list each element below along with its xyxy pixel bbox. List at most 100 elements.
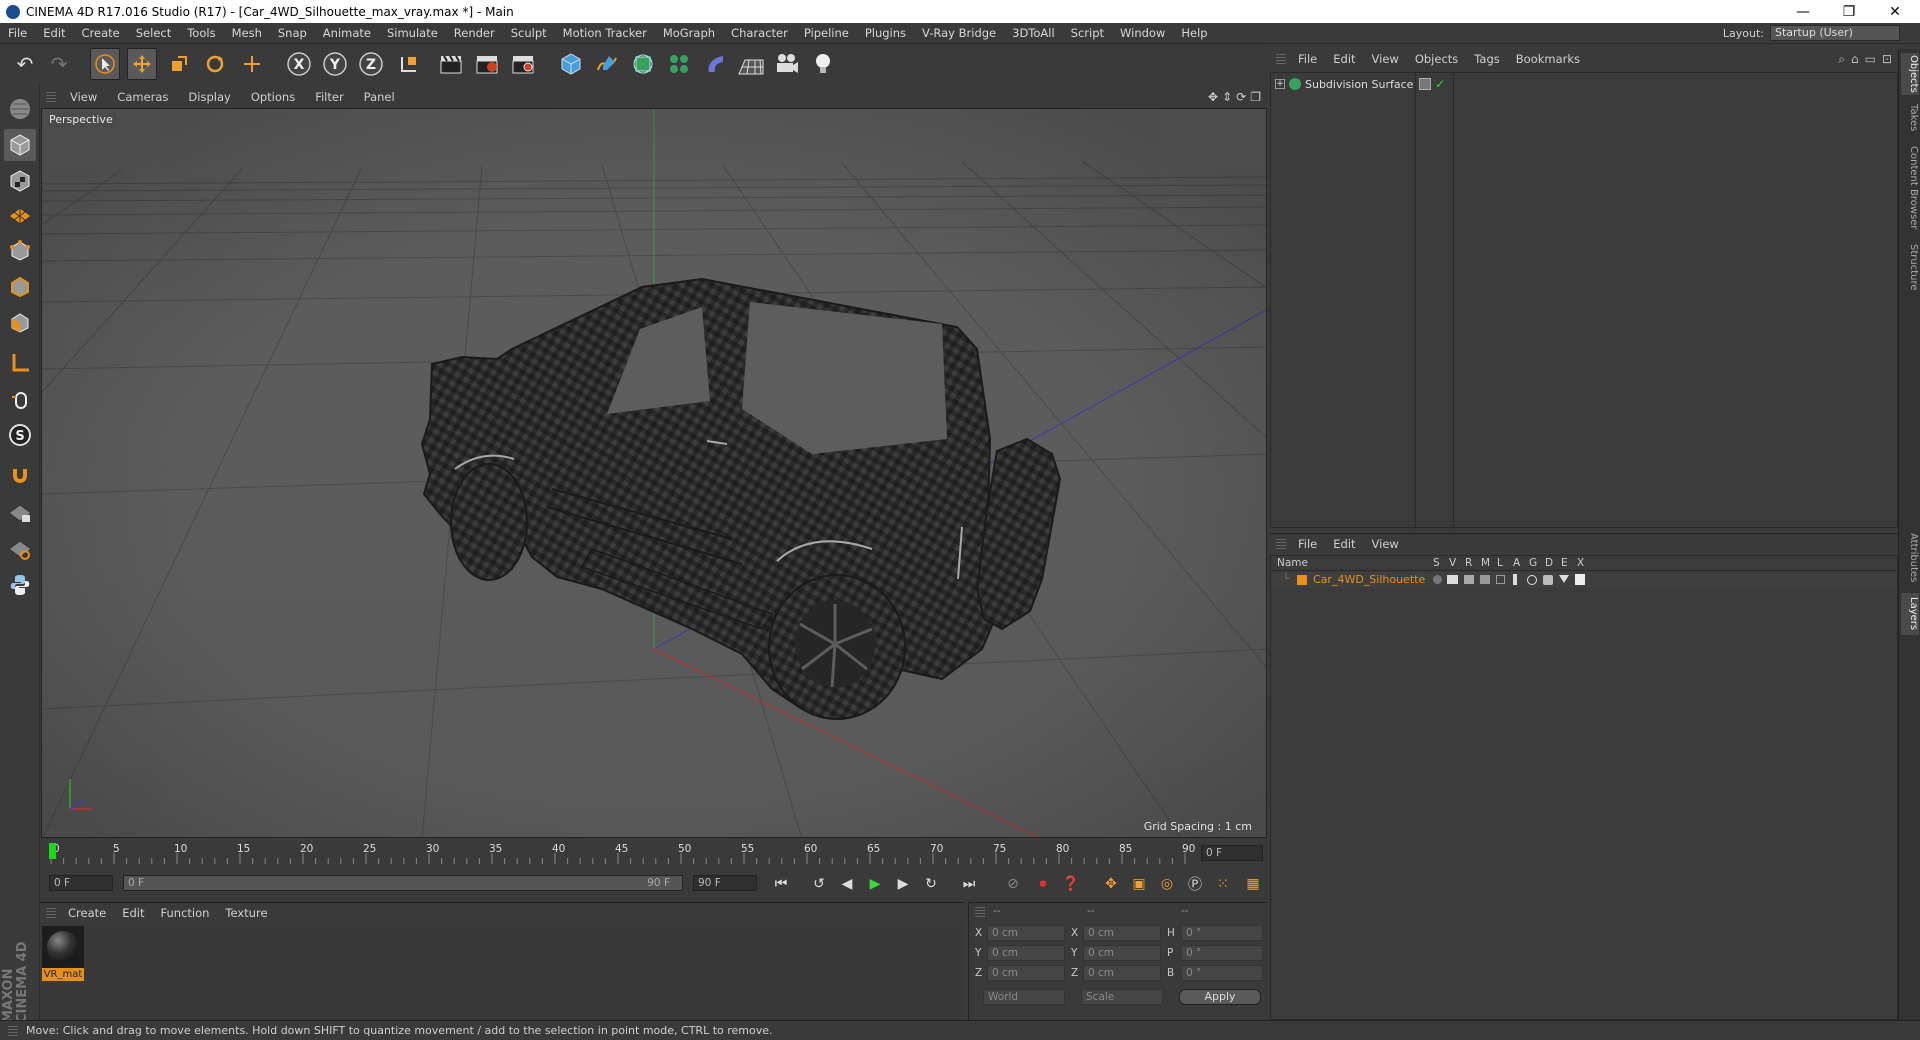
key-rotation-button[interactable]: ◎ <box>1155 873 1179 895</box>
render-to-picture-viewer-button[interactable] <box>472 48 502 80</box>
rotate-tool-button[interactable] <box>200 48 230 80</box>
recent-tool-button[interactable] <box>237 48 267 80</box>
workplane-mode-button[interactable] <box>4 199 36 231</box>
col-name[interactable]: Name <box>1277 557 1308 569</box>
drag-grip-icon[interactable] <box>975 907 985 917</box>
menu-character[interactable]: Character <box>723 26 796 40</box>
make-editable-button[interactable] <box>4 93 36 125</box>
z-axis-lock-button[interactable]: Z <box>356 48 386 80</box>
previous-key-button[interactable]: ↺ <box>807 873 831 895</box>
tab-layers[interactable]: Layers <box>1901 593 1919 635</box>
material-menu-function[interactable]: Function <box>153 906 218 920</box>
previous-frame-button[interactable]: ◀ <box>835 873 859 895</box>
size-mode-dropdown[interactable]: Scale <box>1081 989 1163 1005</box>
next-key-button[interactable]: ↻ <box>919 873 943 895</box>
model-mode-button[interactable] <box>4 129 36 161</box>
layer-menu-file[interactable]: File <box>1290 537 1325 551</box>
object-row[interactable]: + Subdivision Surface ✓ <box>1271 75 1897 93</box>
expressions-toggle-icon[interactable] <box>1559 575 1569 583</box>
col-deformers[interactable]: D <box>1545 557 1553 569</box>
layout-dropdown[interactable]: Startup (User) <box>1770 25 1900 41</box>
x-axis-lock-button[interactable]: X <box>284 48 314 80</box>
autokey-button[interactable]: ❓ <box>1059 873 1083 895</box>
add-spline-button[interactable] <box>592 48 622 80</box>
preview-range-slider[interactable]: 0 F 90 F <box>123 875 683 891</box>
points-mode-button[interactable] <box>4 235 36 267</box>
tab-content-browser[interactable]: Content Browser <box>1901 143 1919 233</box>
col-locked[interactable]: L <box>1497 557 1503 569</box>
col-expressions[interactable]: E <box>1561 557 1568 569</box>
visibility-icon[interactable] <box>1419 78 1431 90</box>
drag-grip-icon[interactable] <box>1276 54 1286 64</box>
playhead[interactable] <box>49 843 56 859</box>
home-icon[interactable]: ⌂ <box>1851 52 1859 67</box>
pos-z-field[interactable]: 0 cm <box>987 965 1065 981</box>
object-menu-file[interactable]: File <box>1290 52 1325 66</box>
manager-toggle-icon[interactable] <box>1480 575 1490 584</box>
drag-grip-icon[interactable] <box>1276 538 1286 549</box>
render-view-button[interactable] <box>436 48 466 80</box>
menu-mograph[interactable]: MoGraph <box>655 26 723 40</box>
drag-grip-icon[interactable] <box>46 92 56 102</box>
start-frame-field[interactable]: 0 F <box>49 875 113 891</box>
object-menu-tags[interactable]: Tags <box>1466 52 1507 66</box>
polygons-mode-button[interactable] <box>4 307 36 339</box>
col-animation[interactable]: A <box>1513 557 1520 569</box>
col-manager[interactable]: M <box>1481 557 1490 569</box>
axis-mode-button[interactable] <box>4 347 36 379</box>
material-menu-texture[interactable]: Texture <box>217 906 275 920</box>
menu-tools[interactable]: Tools <box>179 26 223 40</box>
viewport-menu-cameras[interactable]: Cameras <box>107 90 178 104</box>
redo-button[interactable]: ↷ <box>44 48 74 80</box>
max-frame-field[interactable]: 90 F <box>693 875 757 891</box>
solo-toggle-icon[interactable] <box>1433 575 1442 584</box>
col-view[interactable]: V <box>1449 557 1456 569</box>
menu-simulate[interactable]: Simulate <box>379 26 446 40</box>
col-render[interactable]: R <box>1465 557 1472 569</box>
add-light-button[interactable] <box>808 48 838 80</box>
edges-mode-button[interactable] <box>4 271 36 303</box>
add-deformer-button[interactable] <box>700 48 730 80</box>
menu-render[interactable]: Render <box>446 26 503 40</box>
layer-menu-edit[interactable]: Edit <box>1325 537 1363 551</box>
menu-file[interactable]: File <box>0 26 35 40</box>
render-toggle-icon[interactable] <box>1464 575 1474 584</box>
coordinate-system-button[interactable] <box>394 48 424 80</box>
menu-create[interactable]: Create <box>74 26 128 40</box>
menu-select[interactable]: Select <box>128 26 179 40</box>
viewport-menu-display[interactable]: Display <box>178 90 240 104</box>
object-menu-bookmarks[interactable]: Bookmarks <box>1508 52 1588 66</box>
render-settings-button[interactable] <box>508 48 538 80</box>
grid-snap-button[interactable] <box>4 533 36 565</box>
pos-x-field[interactable]: 0 cm <box>987 925 1065 941</box>
size-x-field[interactable]: 0 cm <box>1083 925 1161 941</box>
add-cube-button[interactable] <box>556 48 586 80</box>
move-tool-button[interactable] <box>127 48 157 80</box>
close-button[interactable]: ✕ <box>1872 0 1918 23</box>
python-console-button[interactable] <box>4 569 36 601</box>
zoom-icon[interactable]: ⇕ <box>1222 90 1232 104</box>
menu-window[interactable]: Window <box>1112 26 1173 40</box>
viewport-menu-filter[interactable]: Filter <box>305 90 353 104</box>
snapping-button[interactable]: S <box>4 419 36 451</box>
pos-y-field[interactable]: 0 cm <box>987 945 1065 961</box>
timeline-ruler[interactable]: 0 5 10 15 20 25 30 35 40 45 50 55 60 65 … <box>41 841 1267 865</box>
key-parameter-button[interactable]: Ⓟ <box>1183 873 1207 895</box>
layer-menu-view[interactable]: View <box>1364 537 1407 551</box>
expand-icon[interactable]: + <box>1275 79 1285 89</box>
rot-b-field[interactable]: 0 ° <box>1181 965 1263 981</box>
current-frame-field[interactable]: 0 F <box>1201 845 1263 861</box>
undo-button[interactable]: ↶ <box>10 48 40 80</box>
scale-tool-button[interactable] <box>164 48 194 80</box>
tab-takes[interactable]: Takes <box>1901 101 1919 135</box>
tab-structure[interactable]: Structure <box>1901 239 1919 295</box>
layer-name[interactable]: Car_4WD_Silhouette <box>1313 573 1425 586</box>
go-to-end-button[interactable]: ⏭ <box>957 873 981 895</box>
menu-pipeline[interactable]: Pipeline <box>796 26 857 40</box>
next-frame-button[interactable]: ▶ <box>891 873 915 895</box>
orbit-icon[interactable]: ⟳ <box>1236 90 1246 104</box>
col-generators[interactable]: G <box>1529 557 1537 569</box>
layer-row[interactable]: └ Car_4WD_Silhouette <box>1271 572 1897 588</box>
timeline-window-button[interactable]: ▦ <box>1241 873 1265 895</box>
maximize-viewport-icon[interactable]: ❐ <box>1250 90 1261 104</box>
